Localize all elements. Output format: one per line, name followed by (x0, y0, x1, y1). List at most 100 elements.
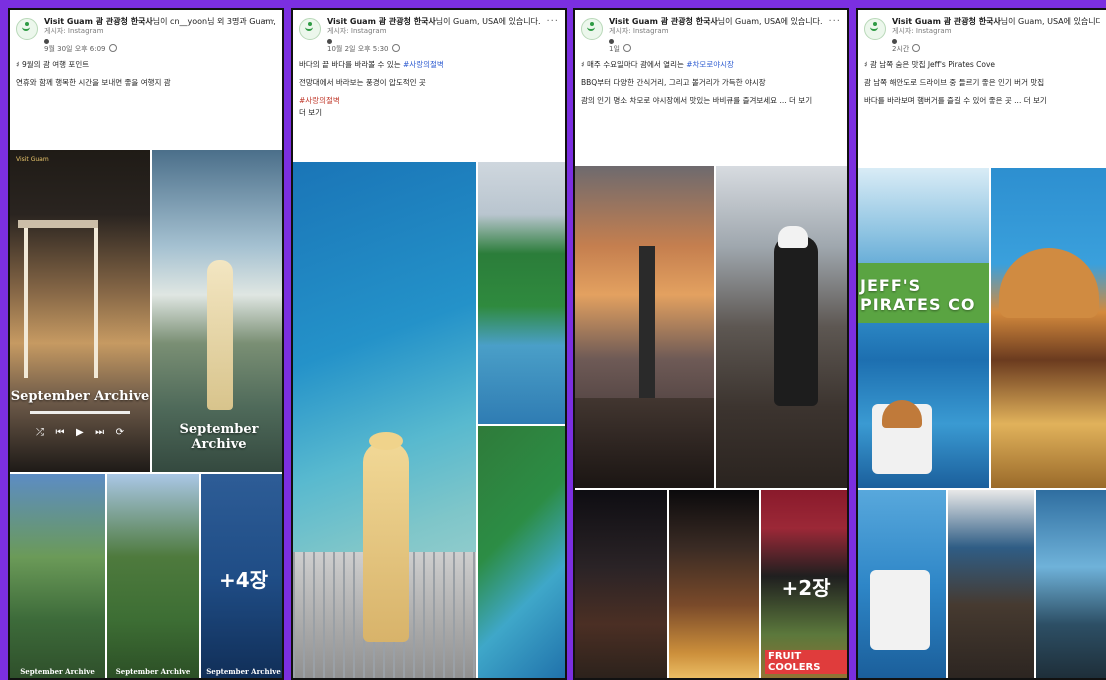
woman-figure (363, 442, 409, 642)
post-via: 게시자: Instagram (44, 27, 104, 35)
post-text-line: 바다의 끝 바다를 바라볼 수 있는 #사랑의절벽 (293, 59, 565, 71)
post-card-1: Visit Guam 괌 관광청 한국사님이 cn__yoon님 외 3명과 G… (8, 8, 284, 680)
post-title-rest: 님이 Guam, USA에 있습니다. (435, 17, 541, 26)
globe-icon (912, 44, 921, 52)
chef-figure (774, 236, 818, 406)
post-text-line: 전망대에서 바라보는 풍경이 압도적인 곳 (299, 78, 426, 87)
post-image-2[interactable]: September Archive (152, 150, 282, 472)
page-name-link[interactable]: Visit Guam 괌 관광청 한국사 (44, 17, 153, 26)
post-date-text: 1일 (609, 45, 620, 53)
post-title: Visit Guam 괌 관광청 한국사님이 Guam, USA에 있습니다. (609, 16, 841, 27)
image-caption: September Archive (179, 422, 259, 452)
globe-icon (622, 44, 631, 52)
post-header: Visit Guam 괌 관광청 한국사님이 Guam, USA에 있습니다. … (575, 10, 847, 55)
post-text-line[interactable]: 괌의 인기 명소 차모로 야시장에서 맛있는 바비큐를 즐겨보세요 ... 더 … (575, 95, 847, 107)
next-icon[interactable]: ⏭ (95, 427, 104, 438)
cover-caption: September Archive (10, 389, 150, 404)
thumb-caption: September Archive (115, 667, 191, 676)
player-topbar: Visit Guam (16, 156, 144, 163)
woman-figure (207, 260, 233, 410)
visit-guam-logo-icon[interactable] (581, 18, 603, 40)
post-date[interactable]: 10월 2일 오후 5:30 (327, 44, 559, 55)
more-options-icon[interactable]: ··· (546, 16, 559, 27)
post-title-rest: 님이 Guam, USA에 있습니다. (717, 17, 823, 26)
post-text-line: ♯ 9월의 괌 여행 포인트 (16, 60, 90, 69)
burger-bun (999, 248, 1099, 318)
post-thumb-2[interactable] (948, 490, 1034, 678)
play-icon[interactable]: ▶ (76, 427, 84, 438)
more-options-icon[interactable]: ··· (263, 16, 276, 27)
post-thumb-2[interactable]: September Archive (107, 474, 199, 678)
post-thumb-1[interactable] (575, 490, 667, 678)
restaurant-sign: JEFF'S PIRATES CO (860, 276, 976, 314)
chef-hat (778, 226, 808, 248)
tower (639, 246, 655, 406)
post-thumb-1[interactable] (858, 490, 946, 678)
takeout-box (870, 570, 930, 650)
post-image-main[interactable] (293, 162, 476, 678)
post-title: Visit Guam 괌 관광청 한국사님이 Guam, USA에 있습니다. (327, 16, 559, 27)
post-text-line: 괌 남쪽 해안도로 드라이브 중 들르기 좋은 인기 버거 맛집 (864, 78, 1045, 87)
globe-icon (391, 44, 400, 52)
thumb-caption: September Archive (206, 667, 281, 676)
previous-icon[interactable]: ⏮ (55, 427, 64, 438)
post-image-2[interactable] (716, 166, 847, 488)
post-image-player[interactable]: Visit Guam September Archive ⤮ ⏮ ▶ ⏭ ⟳ (10, 150, 150, 472)
crowd (575, 398, 714, 488)
post-header: Visit Guam 괌 관광청 한국사님이 Guam, USA에 있습니다. … (858, 10, 1106, 55)
post-thumb-3[interactable]: +4장 September Archive (201, 474, 282, 678)
visit-guam-logo-icon[interactable] (299, 18, 321, 40)
repeat-icon[interactable]: ⟳ (116, 427, 124, 438)
post-via: 게시자: Instagram (609, 27, 669, 35)
hashtag-link[interactable]: #차모로야시장 (686, 60, 734, 69)
page-name-link[interactable]: Visit Guam 괌 관광청 한국사 (892, 17, 1001, 26)
see-more-link[interactable]: 더 보기 (293, 107, 565, 119)
post-text-line: ♯ 괌 남쪽 숨은 맛집 Jeff's Pirates Cove (864, 60, 996, 69)
visit-guam-logo-icon[interactable] (864, 18, 886, 40)
post-date[interactable]: 1일 (609, 44, 841, 55)
post-text-line: #사랑의절벽 (299, 96, 340, 105)
post-date[interactable]: 2시간 (892, 44, 1100, 55)
pergola-roof (18, 220, 98, 228)
hashtag-link[interactable]: #사랑의절벽 (403, 60, 444, 69)
shuffle-icon[interactable]: ⤮ (36, 427, 44, 438)
page-name-link[interactable]: Visit Guam 괌 관광청 한국사 (327, 17, 436, 26)
post-text-line: 연휴와 함께 행복한 시간을 보내면 좋을 여행지 괌 (16, 78, 171, 87)
visit-guam-logo-icon[interactable] (16, 18, 38, 40)
pergola-post (24, 228, 28, 378)
more-photos-count[interactable]: +4장 (201, 474, 282, 678)
post-image-main[interactable]: JEFF'S PIRATES CO (858, 168, 989, 488)
hat (369, 432, 403, 450)
stall-sign: FRUIT COOLERS (765, 650, 847, 674)
post-header: Visit Guam 괌 관광청 한국사님이 cn__yoon님 외 3명과 G… (10, 10, 282, 55)
post-thumb-2[interactable] (669, 490, 759, 678)
post-thumb-3[interactable] (1036, 490, 1106, 678)
post-text-line: BBQ부터 다양한 간식거리, 그리고 볼거리가 가득한 야시장 (581, 78, 766, 87)
post-date[interactable]: 9월 30일 오후 6:09 (44, 44, 276, 55)
post-text-segment: ♯ 매주 수요일마다 괌에서 열리는 (581, 60, 687, 69)
progress-bar[interactable] (30, 411, 130, 414)
post-text-line[interactable]: 바다를 바라보며 햄버거를 즐길 수 있어 좋은 곳 ... 더 보기 (858, 95, 1106, 107)
player-brand: Visit Guam (16, 156, 49, 163)
post-text-line: ♯ 매주 수요일마다 괌에서 열리는 #차모로야시장 (575, 59, 847, 71)
pergola-post (94, 228, 98, 378)
post-image-3[interactable] (478, 426, 565, 678)
post-image-2[interactable] (991, 168, 1106, 488)
post-image-2[interactable] (478, 162, 565, 424)
post-header: Visit Guam 괌 관광청 한국사님이 Guam, USA에 있습니다. … (293, 10, 565, 55)
post-thumb-3[interactable]: +2장 FRUIT COOLERS (761, 490, 847, 678)
post-date-text: 10월 2일 오후 5:30 (327, 45, 389, 53)
thumb-caption: September Archive (20, 667, 95, 676)
more-options-icon[interactable]: ··· (828, 16, 841, 27)
page-name-link[interactable]: Visit Guam 괌 관광청 한국사 (609, 17, 718, 26)
player-controls: ⤮ ⏮ ▶ ⏭ ⟳ (36, 427, 124, 438)
post-via: 게시자: Instagram (892, 27, 952, 35)
post-thumb-1[interactable]: September Archive (10, 474, 105, 678)
post-title-rest: 님이 Guam, USA에 있습니다. (1000, 17, 1100, 26)
post-text-segment: 바다의 끝 바다를 바라볼 수 있는 (299, 60, 404, 69)
post-image-main[interactable] (575, 166, 714, 488)
post-date-text: 9월 30일 오후 6:09 (44, 45, 106, 53)
post-card-2: Visit Guam 괌 관광청 한국사님이 Guam, USA에 있습니다. … (291, 8, 567, 680)
globe-icon (108, 44, 117, 52)
post-card-4: Visit Guam 괌 관광청 한국사님이 Guam, USA에 있습니다. … (856, 8, 1106, 680)
